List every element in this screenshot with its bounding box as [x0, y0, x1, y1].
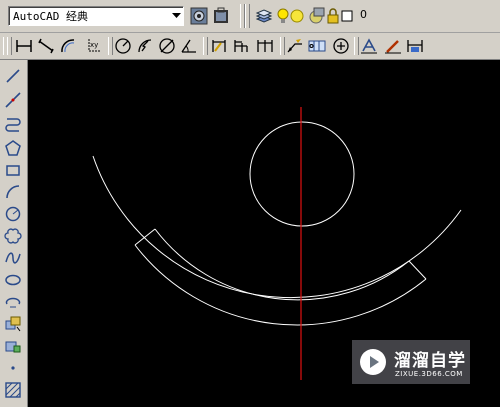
insert-block-icon[interactable]: [3, 314, 23, 334]
quick-dimension-icon[interactable]: [209, 36, 229, 56]
dimension-edit-icon[interactable]: [359, 36, 379, 56]
jogged-icon[interactable]: [135, 36, 155, 56]
diameter-icon[interactable]: [157, 36, 177, 56]
center-mark-icon[interactable]: [331, 36, 351, 56]
lightbulb-icon[interactable]: [276, 6, 290, 26]
outer-arc: [92, 155, 462, 299]
color-swatch-icon[interactable]: [340, 6, 354, 26]
continue-icon[interactable]: [255, 36, 275, 56]
band-right-cap: [408, 260, 427, 280]
radius-icon[interactable]: [113, 36, 133, 56]
dimension-text-edit-icon[interactable]: [383, 36, 403, 56]
toolbar-grip[interactable]: [7, 37, 12, 55]
arc-length-icon[interactable]: [58, 36, 78, 56]
ellipse-arc-icon[interactable]: [3, 292, 23, 312]
angular-icon[interactable]: [179, 36, 199, 56]
point-icon[interactable]: [3, 358, 23, 378]
arc-icon[interactable]: [3, 182, 23, 202]
make-block-icon[interactable]: [3, 336, 23, 356]
workspace-value: AutoCAD 经典: [13, 10, 88, 23]
gear-icon[interactable]: [189, 6, 209, 26]
linear-dimension-icon[interactable]: [14, 36, 34, 56]
top-circle: [249, 121, 355, 227]
sun-icon[interactable]: [290, 6, 304, 26]
svg-text:xy: xy: [90, 41, 98, 49]
band-inner-edge: [154, 228, 410, 301]
quick-leader-icon[interactable]: [285, 36, 305, 56]
aligned-dimension-icon[interactable]: [36, 36, 56, 56]
line-icon[interactable]: [3, 66, 23, 86]
ellipse-icon[interactable]: [3, 270, 23, 290]
chevron-down-icon[interactable]: [169, 7, 183, 25]
construction-line-icon[interactable]: [3, 90, 23, 110]
watermark-title: 溜溜自学: [394, 351, 466, 371]
dimension-update-icon[interactable]: [405, 36, 425, 56]
layer-stack-icon[interactable]: [254, 6, 274, 26]
workspace-combobox[interactable]: AutoCAD 经典: [8, 6, 184, 26]
band-outer-edge: [134, 244, 427, 326]
polyline-icon[interactable]: [3, 114, 23, 134]
tolerance-icon[interactable]: [307, 36, 327, 56]
circle-icon[interactable]: [3, 204, 23, 224]
dimension-toolbar: xy: [0, 33, 500, 60]
padlock-icon[interactable]: [326, 6, 340, 26]
polygon-icon[interactable]: [3, 138, 23, 158]
current-layer-name[interactable]: 0: [360, 8, 367, 21]
toolbar-separator: [203, 37, 208, 55]
toolbar-grip[interactable]: [245, 4, 250, 28]
rectangle-icon[interactable]: [3, 160, 23, 180]
hatch-icon[interactable]: [3, 380, 23, 400]
spline-icon[interactable]: [3, 248, 23, 268]
workspace-toolbar: AutoCAD 经典 0: [0, 0, 500, 33]
baseline-icon[interactable]: [231, 36, 251, 56]
revision-cloud-icon[interactable]: [3, 226, 23, 246]
viewport-freeze-icon[interactable]: [306, 6, 326, 26]
play-logo-icon: [360, 349, 386, 375]
toolbar-lock-icon[interactable]: [211, 6, 231, 26]
ordinate-icon[interactable]: xy: [84, 36, 104, 56]
watermark-subtitle: ZIXUE.3D66.COM: [395, 370, 463, 378]
draw-toolbar: [0, 60, 28, 407]
watermark: 溜溜自学 ZIXUE.3D66.COM: [352, 340, 470, 384]
